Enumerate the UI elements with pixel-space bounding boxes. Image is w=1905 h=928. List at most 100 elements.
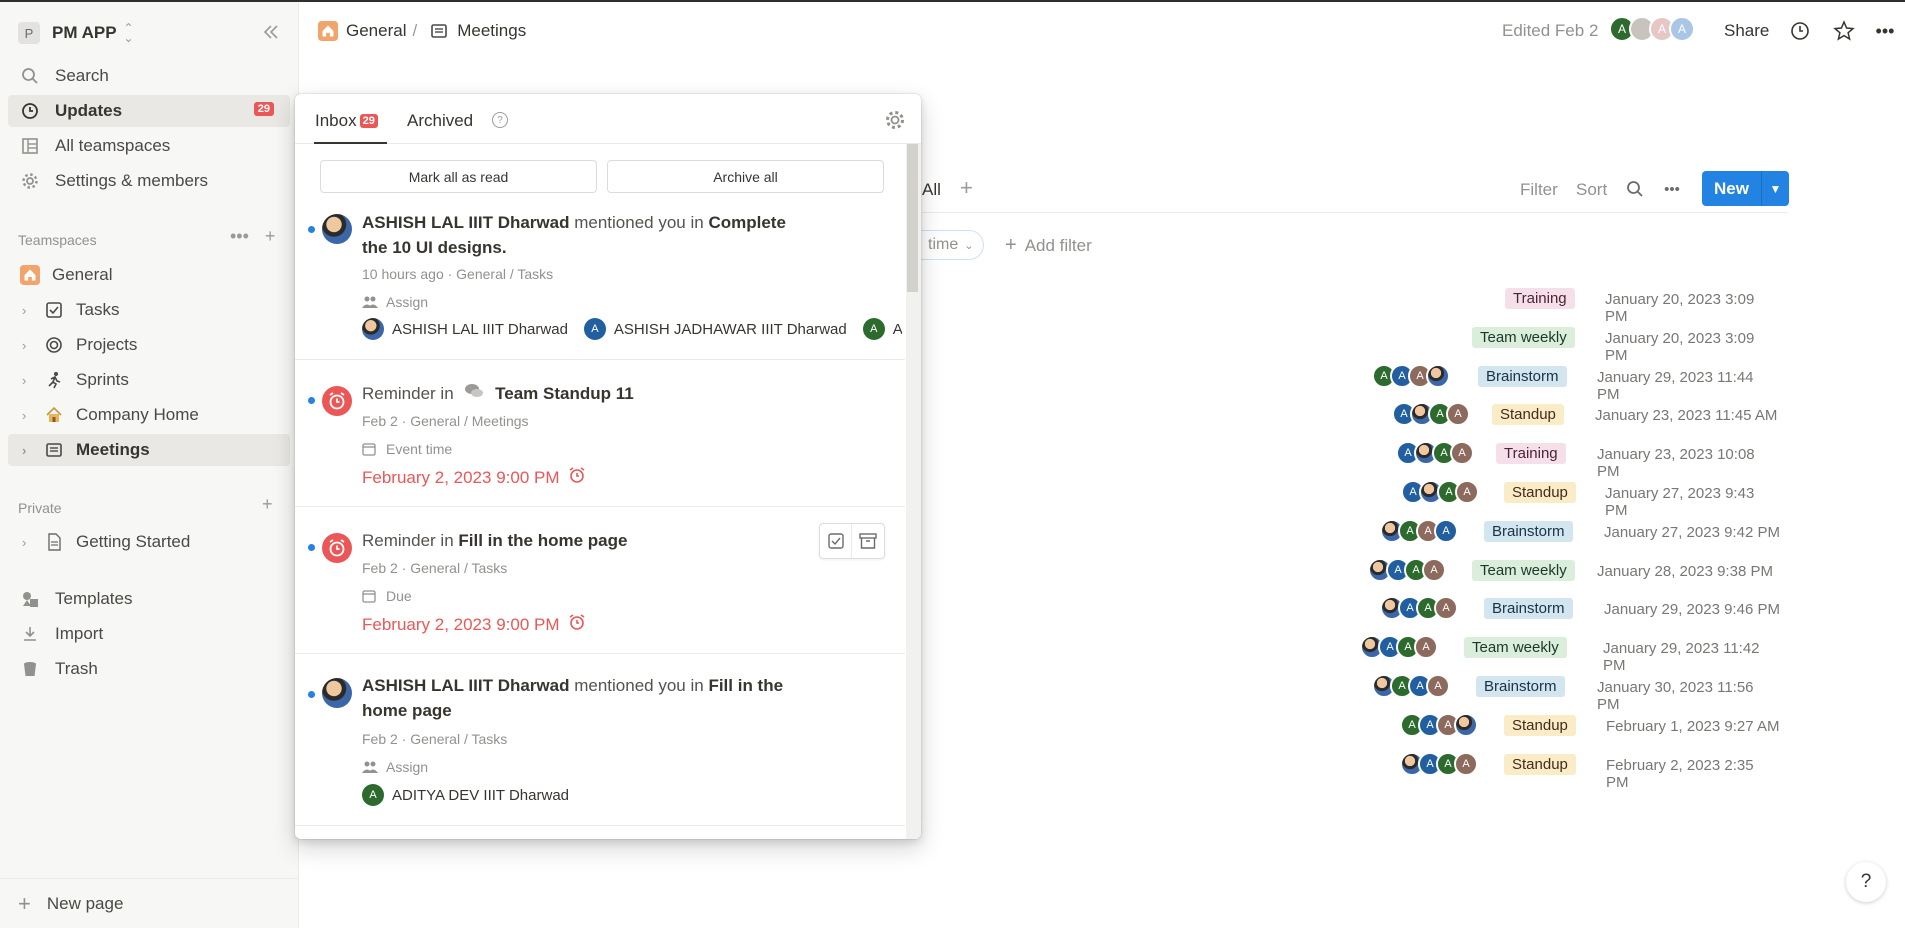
clock-icon bbox=[20, 101, 40, 121]
new-page-button[interactable]: + New page bbox=[0, 878, 299, 928]
notification-target-continued[interactable]: home page bbox=[362, 701, 452, 720]
new-entry-button[interactable]: New ▼ bbox=[1702, 171, 1789, 206]
notification-verb: mentioned you in bbox=[574, 676, 704, 695]
table-row[interactable]: A A A Training January 23, 2023 10:08 PM bbox=[1300, 437, 1780, 480]
tab-all-view[interactable]: All bbox=[922, 180, 941, 200]
notification-meta: Feb 2 · General / Tasks bbox=[362, 731, 508, 747]
assignee[interactable]: A ADIT bbox=[862, 318, 902, 340]
sidebar-item-meetings[interactable]: › Meetings bbox=[8, 434, 290, 466]
notification-target[interactable]: Complete bbox=[708, 213, 785, 232]
assignee[interactable]: ASHISH LAL IIIT Dharwad bbox=[362, 318, 568, 340]
sort-button[interactable]: Sort bbox=[1576, 180, 1607, 200]
notification-target[interactable]: Fill in the bbox=[708, 676, 783, 695]
add-view-icon[interactable]: + bbox=[960, 175, 973, 201]
table-row[interactable]: Training January 20, 2023 3:09 PM bbox=[1300, 282, 1780, 325]
assignee[interactable]: A ASHISH JADHAWAR IIIT Dharwad bbox=[583, 318, 847, 340]
notification-item[interactable]: ASHISH LAL IIIT Dharwad mentioned you in… bbox=[295, 654, 905, 826]
breadcrumb-general[interactable]: General bbox=[346, 21, 406, 41]
workspace-switcher[interactable]: P PM APP ⌃ ⌄ bbox=[18, 20, 134, 46]
table-row[interactable]: A A A Standup February 2, 2023 2:35 PM bbox=[1300, 748, 1780, 791]
row-type-tag: Brainstorm bbox=[1476, 676, 1565, 697]
notification-item[interactable]: Reminder in Team Standup 11 Feb 2 · Gene… bbox=[295, 360, 905, 507]
inbox-panel: Inbox 29 Archived ? Mark all as read Arch… bbox=[295, 94, 921, 839]
sidebar-all-teamspaces[interactable]: All teamspaces bbox=[8, 130, 290, 162]
sidebar-templates[interactable]: Templates bbox=[8, 583, 290, 615]
table-row[interactable]: Team weekly January 20, 2023 3:09 PM bbox=[1300, 321, 1780, 364]
table-row[interactable]: A A A Brainstorm January 30, 2023 11:56 PM bbox=[1300, 670, 1780, 713]
more-icon[interactable]: ••• bbox=[1661, 178, 1683, 200]
notification-item[interactable]: Reminder in Fill in the home page Feb 2 … bbox=[295, 507, 905, 654]
row-date: January 28, 2023 9:38 PM bbox=[1597, 562, 1773, 580]
share-button[interactable]: Share bbox=[1724, 21, 1769, 41]
breadcrumb-meetings[interactable]: Meetings bbox=[457, 21, 526, 41]
templates-icon bbox=[20, 589, 40, 609]
collapse-sidebar-icon[interactable] bbox=[258, 20, 282, 44]
tab-archived[interactable]: Archived bbox=[407, 111, 473, 131]
checkbox-icon[interactable] bbox=[820, 524, 852, 558]
tab-inbox[interactable]: Inbox 29 bbox=[315, 111, 378, 131]
chevron-right-icon[interactable]: › bbox=[22, 408, 34, 423]
notification-item[interactable]: ASHISH LAL IIIT Dharwad mentioned you in… bbox=[295, 206, 905, 360]
chevron-down-icon[interactable]: ▼ bbox=[1760, 171, 1789, 206]
table-row[interactable]: A A A Brainstorm January 27, 2023 9:42 PM bbox=[1300, 515, 1780, 549]
collaborator-avatars[interactable]: A A A bbox=[1609, 16, 1695, 42]
mark-all-read-button[interactable]: Mark all as read bbox=[320, 160, 597, 193]
add-filter-label: Add filter bbox=[1024, 236, 1092, 255]
help-question-icon[interactable]: ? bbox=[492, 112, 508, 128]
sidebar-item-company-home[interactable]: › Company Home bbox=[8, 399, 290, 431]
table-row[interactable]: A A A Standup February 1, 2023 9:27 AM bbox=[1300, 709, 1780, 743]
chevron-right-icon[interactable]: › bbox=[22, 535, 34, 550]
help-button[interactable]: ? bbox=[1846, 862, 1886, 902]
sidebar-import[interactable]: Import bbox=[8, 618, 290, 650]
table-row[interactable]: A A A Standup January 27, 2023 9:43 PM bbox=[1300, 476, 1780, 519]
reminder-date[interactable]: February 2, 2023 9:00 PM bbox=[362, 466, 586, 489]
add-private-page-icon[interactable]: + bbox=[262, 494, 273, 515]
row-avatars: AAA bbox=[1368, 557, 1446, 582]
table-row[interactable]: A A A Brainstorm January 29, 2023 11:44 PM bbox=[1300, 360, 1780, 403]
notification-target[interactable]: Team Standup 11 bbox=[495, 384, 634, 403]
history-clock-icon[interactable] bbox=[1789, 20, 1811, 42]
star-icon[interactable] bbox=[1833, 20, 1855, 42]
chevron-right-icon[interactable]: › bbox=[22, 443, 34, 458]
sidebar-item-tasks[interactable]: › Tasks bbox=[8, 294, 290, 326]
sidebar-item-projects[interactable]: › Projects bbox=[8, 329, 290, 361]
add-filter-button[interactable]: + Add filter bbox=[1005, 234, 1092, 257]
notification-target-continued[interactable]: the 10 UI designs. bbox=[362, 238, 507, 257]
avatar: A bbox=[583, 318, 606, 340]
notification-field-label: Due bbox=[386, 588, 412, 604]
sidebar-item-getting-started[interactable]: › Getting Started bbox=[8, 526, 290, 558]
table-row[interactable]: A A A Brainstorm January 29, 2023 9:46 PM bbox=[1300, 592, 1780, 626]
chevron-right-icon[interactable]: › bbox=[22, 303, 34, 318]
sidebar-item-sprints[interactable]: › Sprints bbox=[8, 364, 290, 396]
chevron-right-icon[interactable]: › bbox=[22, 373, 34, 388]
alarm-clock-icon bbox=[568, 613, 586, 636]
table-row[interactable]: A A A Team weekly January 29, 2023 11:42 PM bbox=[1300, 631, 1780, 674]
assignee[interactable]: A ADITYA DEV IIIT Dharwad bbox=[362, 784, 569, 806]
reminder-date[interactable]: February 2, 2023 9:00 PM bbox=[362, 613, 586, 636]
notification-target[interactable]: Fill in the home page bbox=[458, 531, 627, 550]
more-options-icon[interactable]: ••• bbox=[1874, 20, 1896, 42]
archive-icon[interactable] bbox=[852, 524, 884, 558]
new-button-label[interactable]: New bbox=[1702, 171, 1761, 206]
assignee-name: ASHISH LAL IIIT Dharwad bbox=[392, 320, 568, 338]
more-icon[interactable]: ••• bbox=[230, 226, 249, 247]
row-avatars: AAA bbox=[1396, 441, 1474, 466]
avatar: A bbox=[1450, 441, 1474, 466]
sidebar-search[interactable]: Search bbox=[8, 60, 290, 92]
table-row[interactable]: A A A Standup January 23, 2023 11:45 AM bbox=[1300, 398, 1780, 432]
table-row[interactable]: A A A Team weekly January 28, 2023 9:38 PM bbox=[1300, 554, 1780, 588]
sidebar-settings[interactable]: Settings & members bbox=[8, 165, 290, 197]
add-teamspace-icon[interactable]: + bbox=[265, 226, 276, 247]
archive-all-button[interactable]: Archive all bbox=[607, 160, 884, 193]
calendar-page-icon bbox=[44, 440, 64, 460]
inbox-scrollbar-thumb[interactable] bbox=[907, 144, 918, 292]
sidebar-item-general[interactable]: General bbox=[8, 259, 290, 291]
gear-icon[interactable] bbox=[884, 109, 906, 131]
chevron-right-icon[interactable]: › bbox=[22, 338, 34, 353]
filter-button[interactable]: Filter bbox=[1520, 180, 1558, 200]
sidebar-trash[interactable]: Trash bbox=[8, 653, 290, 685]
search-icon[interactable] bbox=[1624, 178, 1646, 200]
sidebar-updates[interactable]: Updates 29 bbox=[8, 95, 290, 127]
edited-timestamp[interactable]: Edited Feb 2 bbox=[1502, 21, 1598, 41]
assignee-name: ADITYA DEV IIIT Dharwad bbox=[392, 786, 570, 804]
